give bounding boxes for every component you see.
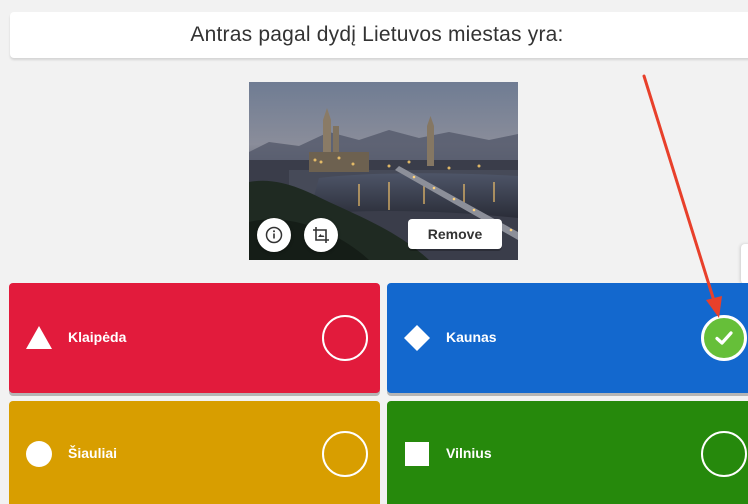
answer-tile-3[interactable]: Šiauliai xyxy=(9,401,380,504)
correct-answer-toggle-4[interactable] xyxy=(701,431,747,477)
info-icon[interactable] xyxy=(257,218,291,252)
answer-tile-2[interactable]: Kaunas xyxy=(387,283,748,393)
question-text[interactable]: Antras pagal dydį Lietuvos miestas yra: xyxy=(190,23,563,47)
side-panel-handle[interactable] xyxy=(741,244,748,284)
square-icon xyxy=(405,442,429,466)
diamond-icon xyxy=(404,325,430,351)
question-bar[interactable]: Antras pagal dydį Lietuvos miestas yra: xyxy=(10,12,748,58)
answer-label-2: Kaunas xyxy=(446,329,497,345)
correct-answer-toggle-1[interactable] xyxy=(322,315,368,361)
correct-answer-toggle-2[interactable] xyxy=(701,315,747,361)
circle-icon xyxy=(26,441,52,467)
correct-answer-toggle-3[interactable] xyxy=(322,431,368,477)
answer-label-1: Klaipėda xyxy=(68,329,127,345)
crop-image-icon[interactable] xyxy=(304,218,338,252)
triangle-icon xyxy=(26,326,52,349)
answer-tile-4[interactable]: Vilnius xyxy=(387,401,748,504)
answer-label-3: Šiauliai xyxy=(68,445,118,461)
question-image: Remove xyxy=(249,82,518,260)
remove-image-button[interactable]: Remove xyxy=(408,219,502,249)
checkmark-icon xyxy=(715,331,733,345)
answer-label-4: Vilnius xyxy=(446,445,492,461)
answer-tile-1[interactable]: Klaipėda xyxy=(9,283,380,393)
